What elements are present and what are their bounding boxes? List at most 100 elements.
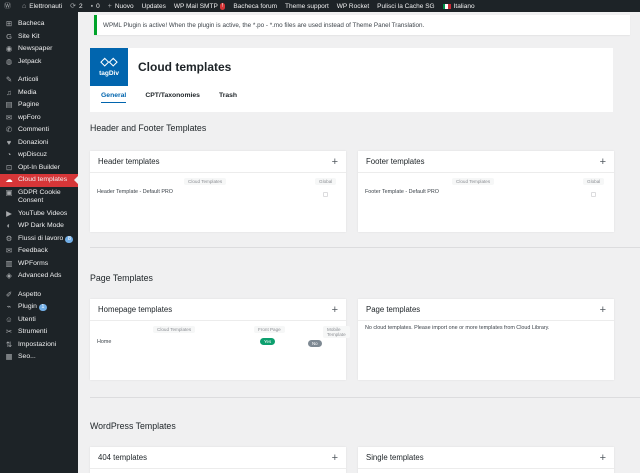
col-global: Global [583, 178, 605, 185]
template-row-label[interactable]: Footer Template - Default PRO [365, 189, 439, 195]
sidebar-item-optin[interactable]: ⊡ Opt-In Builder [0, 162, 78, 175]
youtube-icon: ▶ [6, 208, 12, 218]
tab-general[interactable]: General [101, 92, 127, 103]
sidebar-item-label: Seo... [18, 353, 36, 360]
cloud-templates-header: ◇◇ tagDiv Cloud templates General CPT/Ta… [90, 48, 613, 112]
card-title: Header templates [98, 157, 160, 166]
card-title: Page templates [366, 305, 421, 314]
sidebar-item-settings[interactable]: ⇅ Impostazioni [0, 339, 78, 352]
sidebar-item-cloud[interactable]: ☁ Cloud templates [0, 174, 78, 187]
front-page-yes-toggle[interactable]: Yes [260, 338, 276, 345]
jetpack-icon: ◍ [5, 56, 13, 66]
tools-icon: ✂ [5, 327, 13, 336]
sidebar-item-cookie[interactable]: ▣ GDPR Cookie Consent [0, 187, 78, 208]
sidebar-item-youtube[interactable]: ▶ YouTube Videos [0, 208, 78, 221]
card-title: Homepage templates [98, 305, 173, 314]
mobile-template-no-toggle[interactable]: No [308, 340, 322, 347]
sidebar-item-appearance[interactable]: ✐ Aspetto [0, 289, 78, 302]
sidebar-item-label: Impostazioni [18, 340, 57, 348]
wp-logo-menu[interactable]: Ⓦ [0, 0, 18, 12]
tab-cpt-taxonomies[interactable]: CPT/Taxonomies [145, 92, 200, 103]
theme-support-menu[interactable]: Theme support [281, 0, 333, 12]
purge-cache-menu[interactable]: Pulisci la Cache SG [373, 0, 438, 12]
sidebar-item-label: WPForms [18, 259, 49, 267]
sitekit-icon: G [6, 31, 12, 41]
sidebar-item-wpforms[interactable]: ▥ WPForms [0, 258, 78, 271]
col-global: Global [315, 178, 337, 185]
sidebar-item-darkmode[interactable]: ◐ WP Dark Mode [0, 220, 78, 233]
sidebar-item-label: YouTube Videos [18, 209, 68, 217]
sidebar-item-pin[interactable]: ✎ Articoli [0, 74, 78, 87]
header-templates-card: Header templates + Cloud Templates Globa… [90, 151, 346, 232]
sidebar-item-label: GDPR Cookie Consent [18, 188, 61, 205]
tab-bar: General CPT/Taxonomies Trash [101, 92, 256, 103]
add-footer-template-button[interactable]: + [600, 156, 606, 167]
global-checkbox[interactable] [591, 192, 596, 197]
template-row-label[interactable]: Header Template - Default PRO [97, 189, 173, 195]
new-content-menu[interactable]: + Nuovo [104, 0, 138, 12]
sidebar-item-plugins[interactable]: ⌁ Plugin 1 [0, 301, 78, 314]
sidebar-item-label: Media [18, 88, 37, 96]
card-title: Footer templates [366, 157, 425, 166]
col-cloud-templates: Cloud Templates [153, 326, 196, 333]
updates-link[interactable]: Updates [138, 0, 170, 12]
mail-alert-badge: ! [219, 2, 226, 10]
sidebar-item-tools[interactable]: ✂ Strumenti [0, 326, 78, 339]
section-divider [90, 397, 640, 398]
site-name-menu[interactable]: ⌂ Elettronauti [18, 0, 66, 12]
template-row-label[interactable]: Home [97, 339, 111, 345]
wp-mail-smtp-menu[interactable]: WP Mail SMTP! [170, 0, 229, 12]
sidebar-item-comments[interactable]: ✆ Commenti [0, 124, 78, 137]
sidebar-item-label: Pagine [18, 101, 40, 108]
pages-icon: ▤ [5, 100, 13, 109]
col-cloud-templates: Cloud Templates [452, 178, 495, 185]
donations-icon: ♥ [6, 137, 12, 147]
italy-flag-icon [442, 3, 451, 9]
sidebar-item-label: WP Dark Mode [18, 222, 64, 229]
count-badge: 1 [38, 304, 47, 311]
col-cloud-templates: Cloud Templates [184, 178, 227, 185]
sidebar-item-workflow[interactable]: ⚙ Flussi di lavoro 8 [0, 233, 78, 246]
settings-icon: ⇅ [5, 339, 13, 349]
wpml-notice: WPML Plugin is active! When the plugin i… [94, 15, 630, 35]
appearance-icon: ✐ [5, 289, 13, 299]
language-menu[interactable]: Italiano [439, 0, 479, 12]
sidebar-item-jetpack[interactable]: ◍ Jetpack [0, 56, 78, 69]
sidebar-item-wpdiscuz[interactable]: ◔ wpDiscuz [0, 149, 78, 162]
wordpress-icon: Ⓦ [4, 3, 11, 10]
add-header-template-button[interactable]: + [332, 156, 338, 167]
add-single-template-button[interactable]: + [600, 452, 606, 463]
feedback-icon: ✉ [5, 246, 13, 255]
add-404-template-button[interactable]: + [332, 452, 338, 463]
empty-message: No cloud templates. Please import one or… [365, 325, 550, 331]
updates-menu[interactable]: ⟳ 2 [66, 0, 87, 12]
col-mobile-template: Mobile Template [323, 326, 350, 338]
sidebar-item-dashboard[interactable]: ⊞ Bacheca [0, 18, 78, 31]
pin-icon: ✎ [5, 75, 13, 84]
sidebar-item-ads[interactable]: ◈ Advanced Ads [0, 270, 78, 283]
section-page-templates-title: Page Templates [90, 273, 153, 283]
sidebar-item-users[interactable]: ☺ Utenti [0, 314, 78, 327]
forum-menu[interactable]: Bacheca forum [229, 0, 281, 12]
global-checkbox[interactable] [323, 192, 328, 197]
sidebar-item-sitekit[interactable]: G Site Kit [0, 31, 78, 44]
card-title: Single templates [366, 453, 424, 462]
sidebar-item-feedback[interactable]: ✉ Feedback [0, 245, 78, 258]
tab-trash[interactable]: Trash [219, 92, 237, 103]
sidebar-item-donations[interactable]: ♥ Donazioni [0, 137, 78, 150]
page-title: Cloud templates [138, 60, 232, 74]
sidebar-item-pages[interactable]: ▤ Pagine [0, 99, 78, 112]
sidebar-item-media[interactable]: ♫ Media [0, 87, 78, 100]
add-page-template-button[interactable]: + [600, 304, 606, 315]
404-templates-card: 404 templates + [90, 447, 346, 473]
sidebar-item-newspaper[interactable]: ◉ Newspaper [0, 43, 78, 56]
sidebar-item-label: Donazioni [18, 138, 49, 146]
sidebar-item-wpforo[interactable]: ✉ wpForo [0, 112, 78, 125]
sidebar-item-extra[interactable]: ▦ Seo... [0, 351, 78, 364]
add-homepage-template-button[interactable]: + [332, 304, 338, 315]
refresh-icon: ⟳ [70, 3, 76, 10]
sidebar-item-label: Site Kit [18, 32, 40, 40]
ads-icon: ◈ [6, 271, 12, 280]
wp-rocket-menu[interactable]: WP Rocket [333, 0, 373, 12]
comments-menu[interactable]: ▪ 0 [87, 0, 104, 12]
